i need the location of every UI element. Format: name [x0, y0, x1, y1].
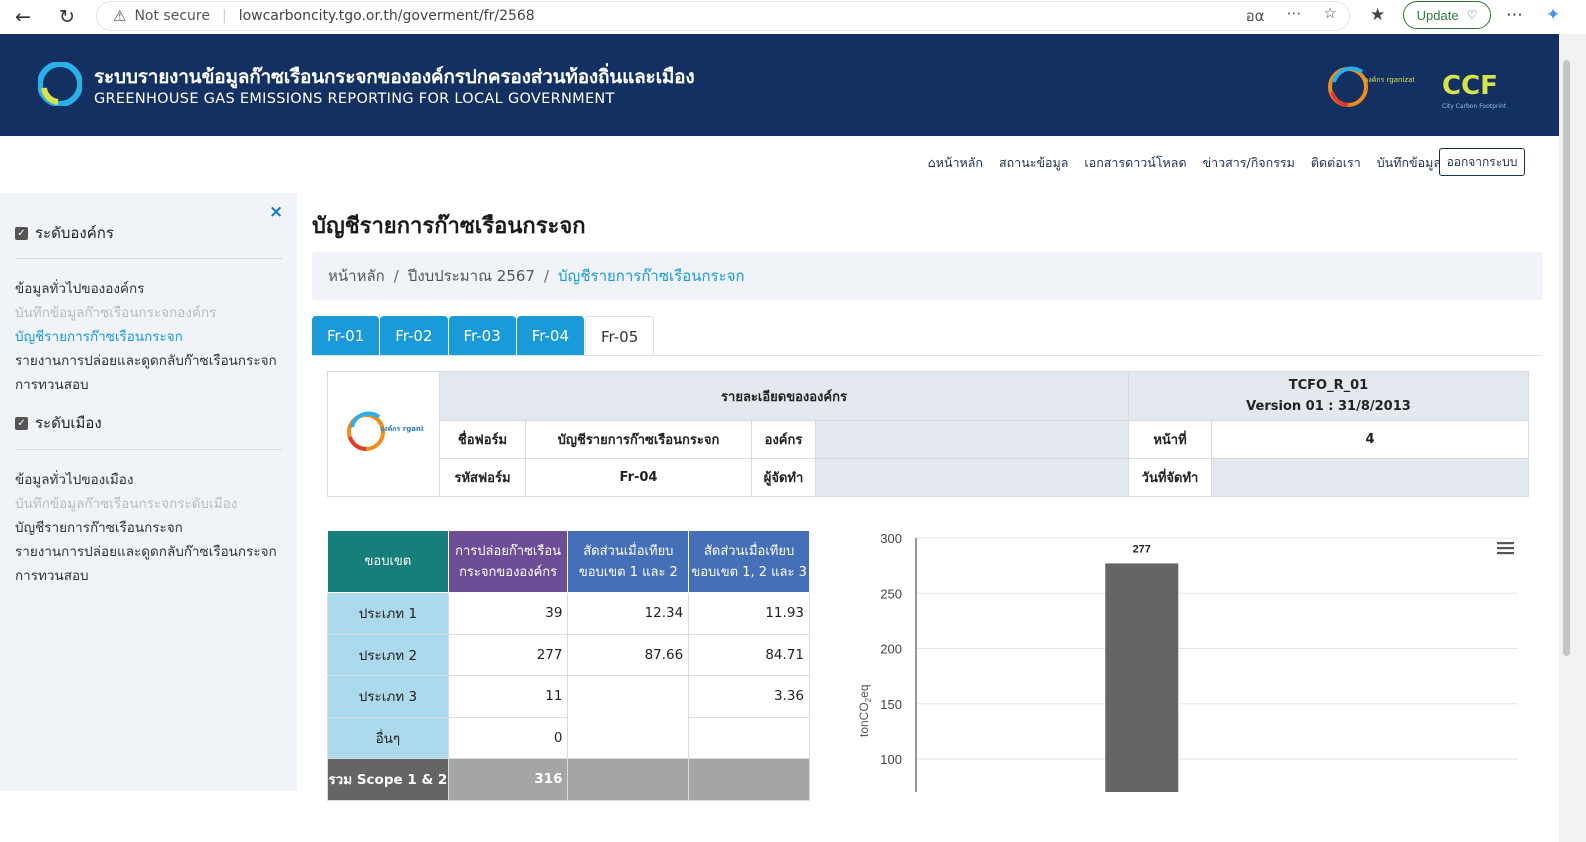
- sidebar-item-org-inventory[interactable]: บัญชีรายการก๊าซเรือนกระจก: [15, 325, 183, 347]
- page-label: หน้าที่: [1128, 420, 1212, 459]
- date-label: วันที่จัดทำ: [1128, 458, 1212, 497]
- y-tick-label: 250: [880, 586, 902, 601]
- site-banner: ระบบรายงานข้อมูลก๊าซเรือนกระจกขององค์กรป…: [0, 34, 1559, 136]
- sidebar-item-org-record[interactable]: บันทึกข้อมูลก๊าซเรือนกระจกองค์กร: [15, 301, 216, 323]
- col-header-scope: ขอบเขต: [327, 530, 449, 593]
- star-icon[interactable]: ☆: [1324, 4, 1337, 28]
- table-row: ประเภท 2 277 87.66 84.71: [327, 633, 810, 676]
- menu-dots-icon[interactable]: ⋯: [1506, 5, 1523, 25]
- chart-menu-icon[interactable]: [1497, 541, 1514, 555]
- organization-logo-icon: องค์กร rganization: [1328, 66, 1414, 107]
- form-version-cell: TCFO_R_01 Version 01 : 31/8/2013: [1128, 371, 1529, 421]
- site-logo-icon[interactable]: [38, 62, 82, 106]
- home-icon: ⌂: [927, 155, 936, 170]
- date-value: [1211, 458, 1529, 497]
- table-row-total: รวม Scope 1 & 2 316: [327, 758, 810, 801]
- sidebar: × ✓ ระดับองค์กร ข้อมูลทั่วไปขององค์กร บั…: [0, 193, 297, 791]
- nav-data-entry[interactable]: บันทึกข้อมูล: [1377, 153, 1441, 173]
- sidebar-item-org-verify[interactable]: การทวนสอบ: [15, 373, 89, 395]
- nav-status[interactable]: สถานะข้อมูล: [999, 153, 1068, 173]
- tab-fr-02[interactable]: Fr-02: [380, 316, 448, 356]
- org-logo-cell: องค์กร rganization: [327, 371, 447, 497]
- ccf-logo-icon: CCF City Carbon Footprint: [1442, 71, 1507, 110]
- y-tick-label: 100: [880, 752, 902, 767]
- breadcrumb-year[interactable]: ปีงบประมาณ 2567: [408, 264, 535, 288]
- checkbox-icon[interactable]: ✓: [15, 226, 28, 240]
- sidebar-item-org-report[interactable]: รายงานการปล่อยและดูดกลับก๊าซเรือนกระจก: [15, 349, 277, 371]
- svg-text:องค์กร rganization: องค์กร rganization: [380, 424, 424, 433]
- back-icon[interactable]: ←: [8, 2, 38, 32]
- tab-fr-03[interactable]: Fr-03: [448, 316, 516, 356]
- form-name-label: ชื่อฟอร์ม: [439, 420, 526, 459]
- address-bar[interactable]: ⚠ Not secure | lowcarboncity.tgo.or.th/g…: [96, 1, 1350, 31]
- svg-text:องค์กร rganization: องค์กร rganization: [1364, 76, 1414, 84]
- emission-table: ขอบเขต การปล่อยก๊าซเรือน กระจกขององค์กร …: [327, 530, 810, 801]
- security-label: Not secure: [134, 8, 210, 24]
- y-tick-label: 200: [880, 642, 902, 657]
- sidebar-section-city[interactable]: ✓ ระดับเมือง: [15, 411, 102, 435]
- preparer-label: ผู้จัดทำ: [751, 458, 816, 497]
- scrollbar-thumb[interactable]: [1563, 60, 1570, 656]
- banner-title-th: ระบบรายงานข้อมูลก๊าซเรือนกระจกขององค์กรป…: [94, 66, 695, 88]
- favorites-icon[interactable]: ★: [1370, 5, 1385, 25]
- update-button[interactable]: Update ♡: [1403, 1, 1491, 29]
- translate-icon[interactable]: อα: [1246, 4, 1265, 28]
- breadcrumb-current: บัญชีรายการก๊าซเรือนกระจก: [558, 267, 745, 285]
- emission-chart: 300 250 200 150 100 277 tonCO2eq: [857, 531, 1518, 792]
- close-icon[interactable]: ×: [269, 202, 283, 222]
- form-code-label: รหัสฟอร์ม: [439, 458, 526, 497]
- y-tick-label: 300: [880, 531, 902, 546]
- logout-button[interactable]: ออกจากระบบ: [1439, 148, 1525, 176]
- tab-fr-05[interactable]: Fr-05: [585, 316, 655, 356]
- nav-news[interactable]: ข่าวสาร/กิจกรรม: [1203, 153, 1295, 173]
- tab-fr-04[interactable]: Fr-04: [516, 316, 584, 356]
- org-value: [815, 420, 1129, 459]
- heart-icon: ♡: [1466, 8, 1478, 22]
- checkbox-icon[interactable]: ✓: [15, 416, 28, 430]
- sidebar-section-org[interactable]: ✓ ระดับองค์กร: [15, 221, 114, 245]
- copilot-icon[interactable]: ✦: [1546, 5, 1560, 25]
- page-title: บัญชีรายการก๊าซเรือนกระจก: [312, 214, 586, 239]
- tab-fr-01[interactable]: Fr-01: [312, 316, 380, 356]
- sidebar-item-org-general[interactable]: ข้อมูลทั่วไปขององค์กร: [15, 277, 144, 299]
- url-text[interactable]: lowcarboncity.tgo.or.th/goverment/fr/256…: [239, 8, 535, 24]
- preparer-value: [815, 458, 1129, 497]
- org-details-header: รายละเอียดขององค์กร: [439, 371, 1129, 421]
- sidebar-item-city-record[interactable]: บันทึกข้อมูลก๊าซเรือนกระจกระดับเมือง: [15, 492, 237, 514]
- breadcrumb-home[interactable]: หน้าหลัก: [328, 264, 385, 288]
- form-info-table: องค์กร rganization รายละเอียดขององค์กร T…: [327, 371, 1529, 497]
- nav-home[interactable]: ⌂หน้าหลัก: [928, 153, 983, 173]
- col-header-emission: การปล่อยก๊าซเรือน กระจกขององค์กร: [447, 530, 569, 593]
- page-scrollbar[interactable]: [1559, 34, 1586, 842]
- nav-downloads[interactable]: เอกสารดาวน์โหลด: [1084, 153, 1186, 173]
- page-value: 4: [1211, 420, 1529, 459]
- col-header-ratio123: สัดส่วนเมื่อเทียบ ขอบเขต 1, 2 และ 3: [688, 530, 810, 593]
- table-row: ประเภท 1 39 12.34 11.93: [327, 592, 810, 635]
- sidebar-item-city-report[interactable]: รายงานการปล่อยและดูดกลับก๊าซเรือนกระจก: [15, 540, 277, 562]
- breadcrumb: หน้าหลัก / ปีงบประมาณ 2567 / บัญชีรายการ…: [312, 252, 1543, 300]
- chart-bar[interactable]: [1105, 563, 1179, 792]
- organization-logo-icon: องค์กร rganization: [346, 411, 447, 451]
- svg-text:City Carbon Footprint: City Carbon Footprint: [1442, 103, 1507, 110]
- sidebar-item-city-verify[interactable]: การทวนสอบ: [15, 564, 89, 586]
- warning-icon: ⚠: [113, 7, 127, 25]
- svg-text:CCF: CCF: [1442, 71, 1498, 101]
- sidebar-item-city-inventory[interactable]: บัญชีรายการก๊าซเรือนกระจก: [15, 516, 183, 538]
- nav-contact[interactable]: ติดต่อเรา: [1311, 153, 1361, 173]
- y-tick-label: 150: [880, 697, 902, 712]
- col-header-ratio12: สัดส่วนเมื่อเทียบ ขอบเขต 1 และ 2: [567, 530, 690, 593]
- form-name-value: บัญชีรายการก๊าซเรือนกระจก: [525, 420, 752, 459]
- org-label: องค์กร: [751, 420, 816, 459]
- bar-data-label: 277: [1133, 543, 1151, 555]
- sidebar-item-city-general[interactable]: ข้อมูลทั่วไปของเมือง: [15, 468, 134, 490]
- form-code-value: Fr-04: [525, 458, 752, 497]
- reload-icon[interactable]: ↻: [52, 2, 82, 32]
- y-axis-label: tonCO2eq: [857, 685, 873, 738]
- banner-title-en: GREENHOUSE GAS EMISSIONS REPORTING FOR L…: [94, 91, 615, 107]
- more-options-icon[interactable]: ⋯: [1287, 4, 1302, 28]
- form-tabs: Fr-01 Fr-02 Fr-03 Fr-04 Fr-05: [312, 316, 655, 356]
- top-navigation: ⌂หน้าหลัก สถานะข้อมูล เอกสารดาวน์โหลด ข่…: [0, 136, 1559, 192]
- table-row: ประเภท 3 11 3.36: [327, 675, 810, 759]
